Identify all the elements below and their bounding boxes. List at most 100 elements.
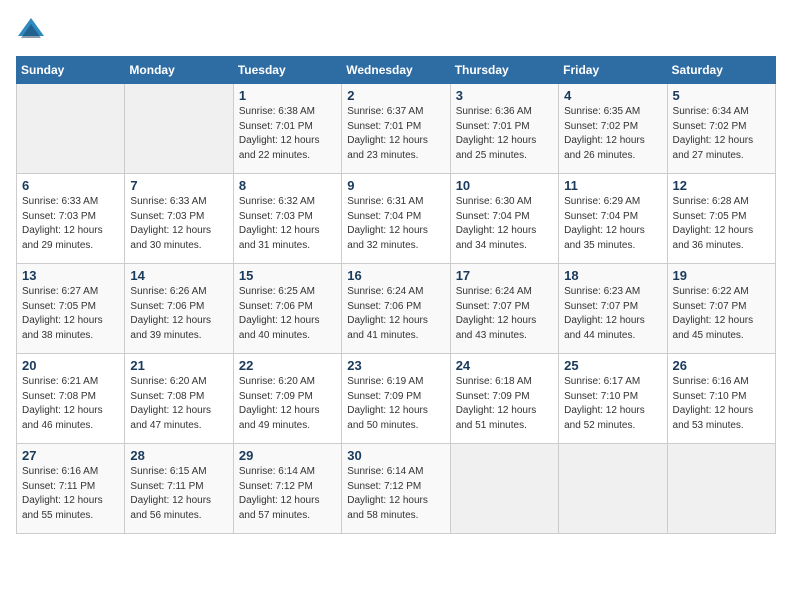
day-number: 15 [239,268,336,283]
calendar-week-4: 20 Sunrise: 6:21 AM Sunset: 7:08 PM Dayli… [17,354,776,444]
calendar-cell: 20 Sunrise: 6:21 AM Sunset: 7:08 PM Dayli… [17,354,125,444]
day-info: Sunrise: 6:20 AM Sunset: 7:09 PM Dayligh… [239,375,336,433]
day-info: Sunrise: 6:25 AM Sunset: 7:06 PM Dayligh… [239,285,336,343]
calendar-cell: 13Sunrise: 6:27 AM Sunset: 7:05 PM Dayli… [17,264,125,354]
day-number: 10 [456,178,553,193]
day-info: Sunrise: 6:34 AM Sunset: 7:02 PM Dayligh… [673,105,770,163]
calendar-week-2: 6 Sunrise: 6:33 AM Sunset: 7:03 PM Daylig… [17,174,776,264]
day-info: Sunrise: 6:17 AM Sunset: 7:10 PM Dayligh… [564,375,661,433]
logo-icon [16,16,46,46]
calendar-cell: 21 Sunrise: 6:20 AM Sunset: 7:08 PM Dayli… [125,354,233,444]
calendar-cell: 26 Sunrise: 6:16 AM Sunset: 7:10 PM Dayli… [667,354,775,444]
day-info: Sunrise: 6:16 AM Sunset: 7:11 PM Dayligh… [22,465,119,523]
day-number: 19 [673,268,770,283]
calendar-cell: 7 Sunrise: 6:33 AM Sunset: 7:03 PM Daylig… [125,174,233,264]
day-info: Sunrise: 6:35 AM Sunset: 7:02 PM Dayligh… [564,105,661,163]
calendar-cell: 24 Sunrise: 6:18 AM Sunset: 7:09 PM Dayli… [450,354,558,444]
day-info: Sunrise: 6:21 AM Sunset: 7:08 PM Dayligh… [22,375,119,433]
calendar-cell: 19 Sunrise: 6:22 AM Sunset: 7:07 PM Dayli… [667,264,775,354]
calendar-body: 1 Sunrise: 6:38 AM Sunset: 7:01 PM Daylig… [17,84,776,534]
calendar-header-row: SundayMondayTuesdayWednesdayThursdayFrid… [17,57,776,84]
day-number: 8 [239,178,336,193]
calendar-cell: 11Sunrise: 6:29 AM Sunset: 7:04 PM Dayli… [559,174,667,264]
day-info: Sunrise: 6:24 AM Sunset: 7:07 PM Dayligh… [456,285,553,343]
day-number: 30 [347,448,444,463]
calendar-cell: 16 Sunrise: 6:24 AM Sunset: 7:06 PM Dayli… [342,264,450,354]
calendar-cell: 2 Sunrise: 6:37 AM Sunset: 7:01 PM Daylig… [342,84,450,174]
calendar-cell: 9 Sunrise: 6:31 AM Sunset: 7:04 PM Daylig… [342,174,450,264]
calendar-cell: 28Sunrise: 6:15 AM Sunset: 7:11 PM Dayli… [125,444,233,534]
calendar-cell: 6 Sunrise: 6:33 AM Sunset: 7:03 PM Daylig… [17,174,125,264]
day-info: Sunrise: 6:14 AM Sunset: 7:12 PM Dayligh… [347,465,444,523]
calendar-cell: 15 Sunrise: 6:25 AM Sunset: 7:06 PM Dayli… [233,264,341,354]
day-info: Sunrise: 6:20 AM Sunset: 7:08 PM Dayligh… [130,375,227,433]
day-info: Sunrise: 6:18 AM Sunset: 7:09 PM Dayligh… [456,375,553,433]
calendar-cell: 25 Sunrise: 6:17 AM Sunset: 7:10 PM Dayli… [559,354,667,444]
day-number: 3 [456,88,553,103]
day-number: 1 [239,88,336,103]
day-info: Sunrise: 6:19 AM Sunset: 7:09 PM Dayligh… [347,375,444,433]
day-number: 23 [347,358,444,373]
column-header-saturday: Saturday [667,57,775,84]
day-info: Sunrise: 6:33 AM Sunset: 7:03 PM Dayligh… [22,195,119,253]
day-number: 7 [130,178,227,193]
day-number: 18 [564,268,661,283]
calendar-cell [450,444,558,534]
day-number: 9 [347,178,444,193]
calendar-week-5: 27 Sunrise: 6:16 AM Sunset: 7:11 PM Dayli… [17,444,776,534]
day-number: 6 [22,178,119,193]
calendar-table: SundayMondayTuesdayWednesdayThursdayFrid… [16,56,776,534]
day-number: 16 [347,268,444,283]
column-header-friday: Friday [559,57,667,84]
day-info: Sunrise: 6:36 AM Sunset: 7:01 PM Dayligh… [456,105,553,163]
day-info: Sunrise: 6:32 AM Sunset: 7:03 PM Dayligh… [239,195,336,253]
column-header-thursday: Thursday [450,57,558,84]
day-number: 27 [22,448,119,463]
day-info: Sunrise: 6:28 AM Sunset: 7:05 PM Dayligh… [673,195,770,253]
day-info: Sunrise: 6:29 AM Sunset: 7:04 PM Dayligh… [564,195,661,253]
day-number: 5 [673,88,770,103]
calendar-cell [17,84,125,174]
column-header-sunday: Sunday [17,57,125,84]
calendar-cell: 3 Sunrise: 6:36 AM Sunset: 7:01 PM Daylig… [450,84,558,174]
day-info: Sunrise: 6:27 AM Sunset: 7:05 PM Dayligh… [22,285,119,343]
day-number: 12 [673,178,770,193]
calendar-cell: 18Sunrise: 6:23 AM Sunset: 7:07 PM Dayli… [559,264,667,354]
day-info: Sunrise: 6:16 AM Sunset: 7:10 PM Dayligh… [673,375,770,433]
calendar-cell [125,84,233,174]
day-number: 14 [130,268,227,283]
calendar-cell: 29Sunrise: 6:14 AM Sunset: 7:12 PM Dayli… [233,444,341,534]
logo [16,16,50,46]
day-number: 20 [22,358,119,373]
day-number: 24 [456,358,553,373]
day-number: 2 [347,88,444,103]
calendar-cell: 5 Sunrise: 6:34 AM Sunset: 7:02 PM Daylig… [667,84,775,174]
day-info: Sunrise: 6:22 AM Sunset: 7:07 PM Dayligh… [673,285,770,343]
day-number: 25 [564,358,661,373]
calendar-cell: 27 Sunrise: 6:16 AM Sunset: 7:11 PM Dayli… [17,444,125,534]
calendar-cell: 14Sunrise: 6:26 AM Sunset: 7:06 PM Dayli… [125,264,233,354]
day-number: 4 [564,88,661,103]
day-number: 26 [673,358,770,373]
day-number: 17 [456,268,553,283]
calendar-week-3: 13Sunrise: 6:27 AM Sunset: 7:05 PM Dayli… [17,264,776,354]
day-number: 22 [239,358,336,373]
calendar-cell: 4 Sunrise: 6:35 AM Sunset: 7:02 PM Daylig… [559,84,667,174]
day-info: Sunrise: 6:37 AM Sunset: 7:01 PM Dayligh… [347,105,444,163]
day-info: Sunrise: 6:30 AM Sunset: 7:04 PM Dayligh… [456,195,553,253]
day-info: Sunrise: 6:33 AM Sunset: 7:03 PM Dayligh… [130,195,227,253]
day-info: Sunrise: 6:15 AM Sunset: 7:11 PM Dayligh… [130,465,227,523]
day-info: Sunrise: 6:24 AM Sunset: 7:06 PM Dayligh… [347,285,444,343]
column-header-monday: Monday [125,57,233,84]
calendar-cell: 23 Sunrise: 6:19 AM Sunset: 7:09 PM Dayli… [342,354,450,444]
calendar-cell: 22 Sunrise: 6:20 AM Sunset: 7:09 PM Dayli… [233,354,341,444]
day-info: Sunrise: 6:38 AM Sunset: 7:01 PM Dayligh… [239,105,336,163]
day-info: Sunrise: 6:31 AM Sunset: 7:04 PM Dayligh… [347,195,444,253]
calendar-cell [667,444,775,534]
column-header-tuesday: Tuesday [233,57,341,84]
day-number: 21 [130,358,227,373]
day-info: Sunrise: 6:14 AM Sunset: 7:12 PM Dayligh… [239,465,336,523]
calendar-cell: 1 Sunrise: 6:38 AM Sunset: 7:01 PM Daylig… [233,84,341,174]
calendar-cell: 10 Sunrise: 6:30 AM Sunset: 7:04 PM Dayli… [450,174,558,264]
calendar-cell: 12 Sunrise: 6:28 AM Sunset: 7:05 PM Dayli… [667,174,775,264]
